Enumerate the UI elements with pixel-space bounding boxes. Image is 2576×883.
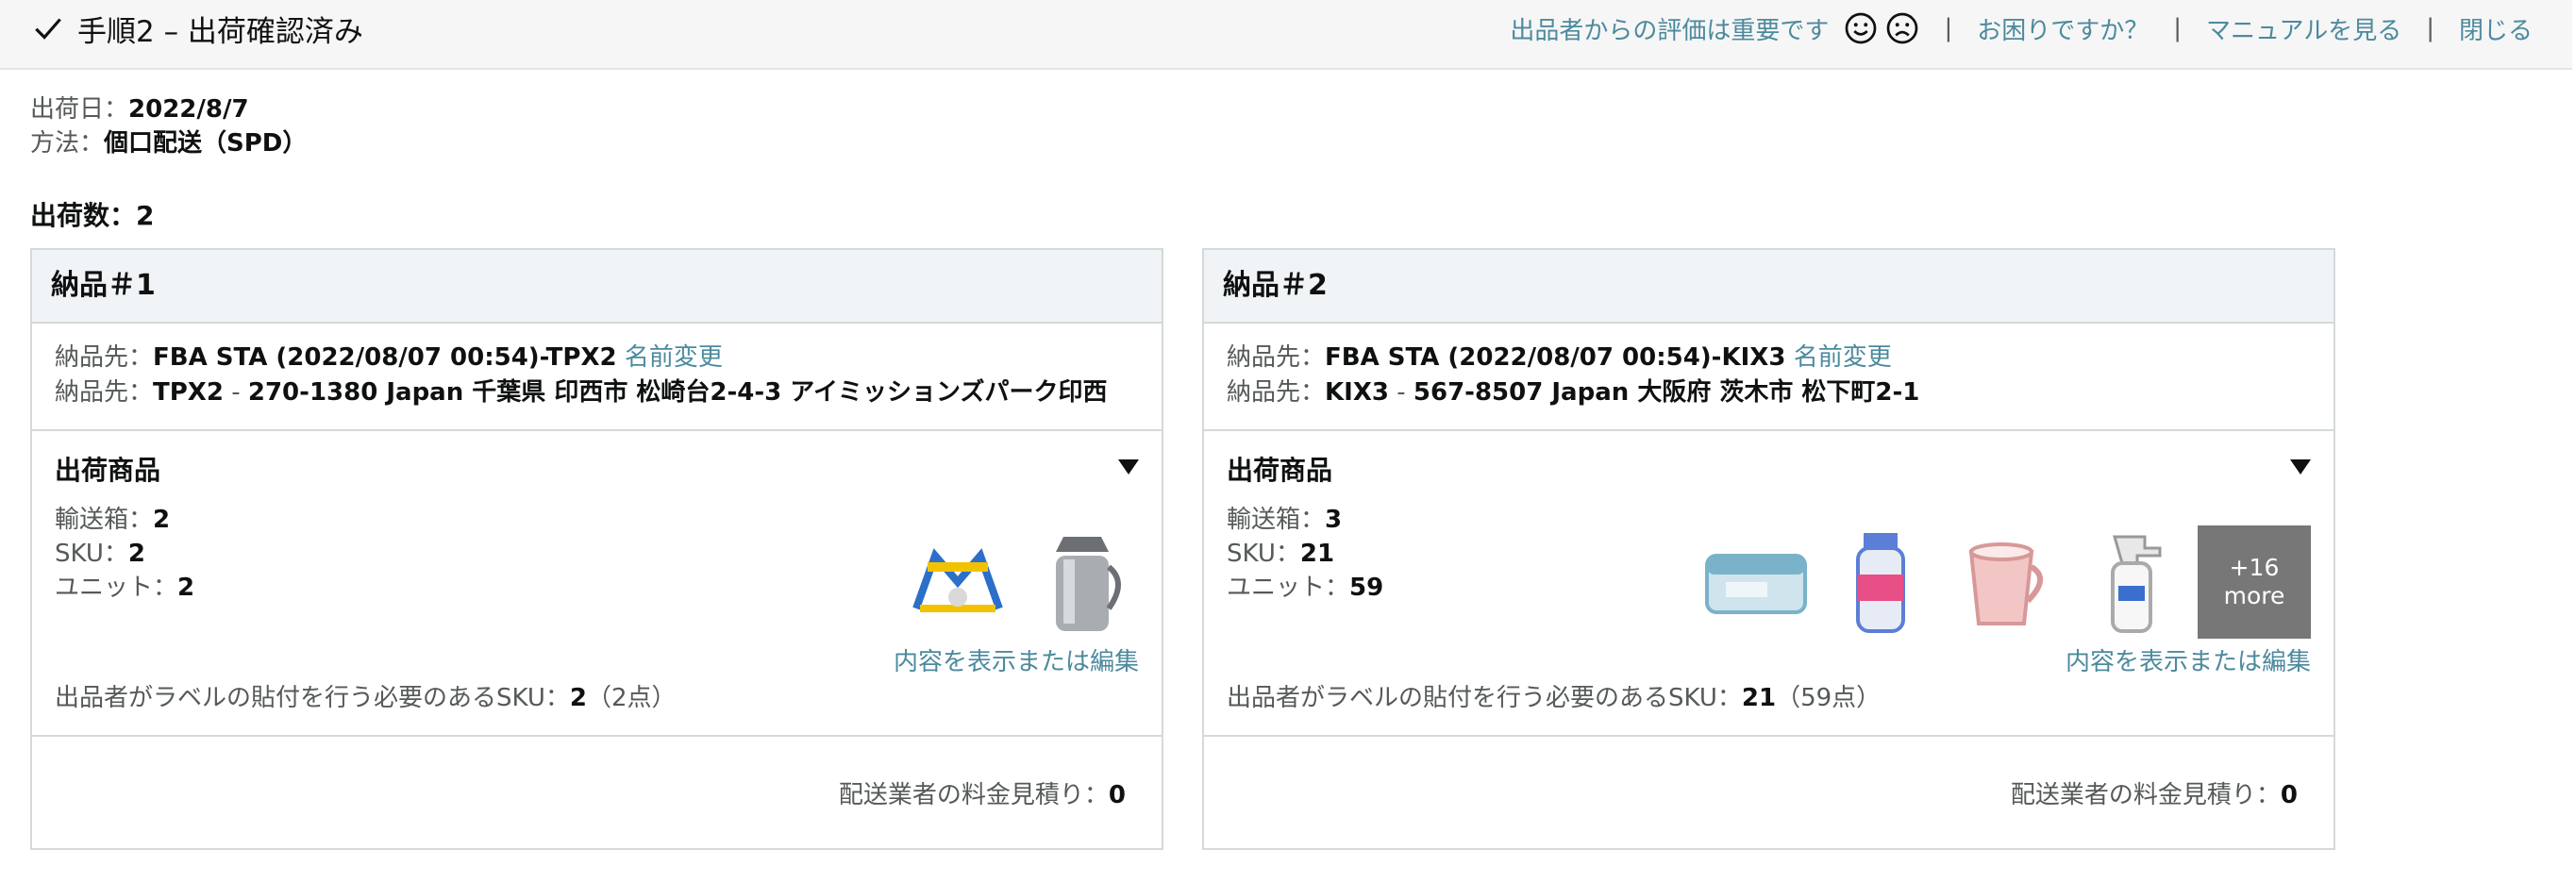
view-edit-link[interactable]: 内容を表示または編集 (2066, 642, 2311, 677)
ship-date-value: 2022/8/7 (128, 95, 249, 124)
separator: | (2173, 14, 2182, 42)
rename-link[interactable]: 名前変更 (625, 343, 723, 372)
dash: - (1397, 378, 1406, 407)
fc-code: TPX2 (153, 378, 224, 407)
label-sku-points: （2点） (586, 684, 677, 712)
units-value: 2 (177, 574, 195, 602)
step-header: 手順2 – 出荷確認済み 出品者からの評価は重要です | お困りですか？ | マ… (0, 0, 2572, 70)
boxes-value: 3 (1325, 506, 1343, 534)
dest-label: 納品先： (55, 378, 154, 407)
separator: | (1944, 14, 1953, 42)
sku-value: 2 (127, 540, 145, 568)
product-thumbnail-pot-icon[interactable] (1026, 525, 1139, 639)
carrier-estimate: 配送業者の料金見積り：0 (2011, 775, 2298, 810)
product-thumbnail-spray-icon[interactable] (2073, 525, 2186, 639)
product-thumbnail-cup-icon[interactable] (1949, 525, 2062, 639)
estimate-value: 0 (1108, 781, 1126, 809)
ship-date-label: 出荷日： (30, 95, 129, 124)
label-sku: 出品者がラベルの貼付を行う必要のあるSKU：21（59点） (1227, 678, 1881, 713)
address: 270-1380 Japan 千葉県 印西市 松崎台2-4-3 アイミッションズ… (247, 378, 1108, 407)
units-value: 59 (1349, 574, 1384, 602)
shipment-name: FBA STA (2022/08/07 00:54)-TPX2 (153, 343, 617, 372)
manual-link[interactable]: マニュアルを見る (2206, 11, 2401, 46)
help-link[interactable]: お困りですか？ (1977, 11, 2149, 46)
estimate-label: 配送業者の料金見積り： (838, 781, 1109, 809)
smile-face-icon[interactable] (1844, 11, 1878, 45)
dash: - (231, 378, 241, 407)
product-thumbnail-box-icon[interactable] (1699, 525, 1813, 639)
address: 567-8507 Japan 大阪府 茨木市 松下町2-1 (1413, 378, 1920, 407)
label-sku: 出品者がラベルの貼付を行う必要のあるSKU：2（2点） (55, 678, 677, 713)
estimate-value: 0 (2280, 781, 2298, 809)
ship-date: 出荷日：2022/8/7 (30, 90, 249, 125)
step-title: 手順2 – 出荷確認済み (30, 9, 363, 49)
sku-label: SKU： (55, 540, 128, 568)
shipment-card-1: 納品＃1 納品先：FBA STA (2022/08/07 00:54)-TPX2… (30, 248, 1163, 850)
label-sku-value: 21 (1741, 684, 1777, 712)
frown-face-icon[interactable] (1885, 11, 1919, 45)
header-links: 出品者からの評価は重要です | お困りですか？ | マニュアルを見る | 閉じる (1510, 8, 2533, 49)
product-thumbnails (890, 525, 1139, 639)
separator: | (2426, 14, 2434, 42)
shipment-title: 納品＃1 (32, 250, 1162, 324)
rating-text: 出品者からの評価は重要です (1510, 16, 1830, 45)
more-count: +16 (2229, 554, 2280, 581)
boxes-label: 輸送箱： (55, 506, 154, 534)
destination: 納品先：FBA STA (2022/08/07 00:54)-TPX2 名前変更… (32, 324, 1162, 431)
label-sku-points: （59点） (1776, 684, 1882, 712)
items-title: 出荷商品 (1227, 455, 1333, 486)
method-label: 方法： (30, 129, 105, 158)
dest-label: 納品先： (55, 343, 154, 372)
caret-down-icon[interactable] (2290, 459, 2311, 475)
more-text: more (2223, 582, 2285, 609)
boxes-value: 2 (153, 506, 171, 534)
label-sku-label: 出品者がラベルの貼付を行う必要のあるSKU： (1227, 684, 1742, 712)
fc-code: KIX3 (1325, 378, 1389, 407)
units-label: ユニット： (55, 574, 178, 602)
label-sku-value: 2 (569, 684, 587, 712)
caret-down-icon[interactable] (1118, 459, 1139, 475)
step-title-text: 手順2 – 出荷確認済み (77, 14, 363, 49)
item-stats: 輸送箱：3 SKU：21 ユニット：59 (1227, 503, 1383, 605)
sku-value: 21 (1299, 540, 1335, 568)
boxes-label: 輸送箱： (1227, 506, 1326, 534)
carrier-estimate: 配送業者の料金見積り：0 (839, 775, 1126, 810)
rename-link[interactable]: 名前変更 (1794, 343, 1892, 372)
item-stats: 輸送箱：2 SKU：2 ユニット：2 (55, 503, 194, 605)
items-title: 出荷商品 (55, 455, 161, 486)
label-sku-label: 出品者がラベルの貼付を行う必要のあるSKU： (55, 684, 570, 712)
dest-label: 納品先： (1227, 343, 1326, 372)
estimate-label: 配送業者の料金見積り： (2010, 781, 2281, 809)
more-items-tile[interactable]: +16 more (2198, 525, 2311, 639)
sku-label: SKU： (1227, 540, 1300, 568)
shipment-card-2: 納品＃2 納品先：FBA STA (2022/08/07 00:54)-KIX3… (1202, 248, 2335, 850)
shipment-count: 出荷数：2 (30, 200, 155, 231)
method-value: 個口配送（SPD） (104, 129, 308, 158)
check-icon (35, 18, 61, 40)
items-section: 出荷商品 輸送箱：3 SKU：21 ユニット：59 +16 more 内容を表示… (1204, 431, 2333, 737)
units-label: ユニット： (1227, 574, 1350, 602)
ship-method: 方法：個口配送（SPD） (30, 124, 307, 158)
shipment-name: FBA STA (2022/08/07 00:54)-KIX3 (1325, 343, 1786, 372)
items-section: 出荷商品 輸送箱：2 SKU：2 ユニット：2 内容を表示または編集 出品者がラ… (32, 431, 1162, 737)
product-thumbnail-toy-icon[interactable] (901, 525, 1014, 639)
dest-label: 納品先： (1227, 378, 1326, 407)
close-link[interactable]: 閉じる (2459, 11, 2533, 46)
shipment-title: 納品＃2 (1204, 250, 2333, 324)
view-edit-link[interactable]: 内容を表示または編集 (894, 642, 1139, 677)
destination: 納品先：FBA STA (2022/08/07 00:54)-KIX3 名前変更… (1204, 324, 2333, 431)
product-thumbnail-bottle-icon[interactable] (1824, 525, 1937, 639)
product-thumbnails: +16 more (1688, 525, 2311, 639)
